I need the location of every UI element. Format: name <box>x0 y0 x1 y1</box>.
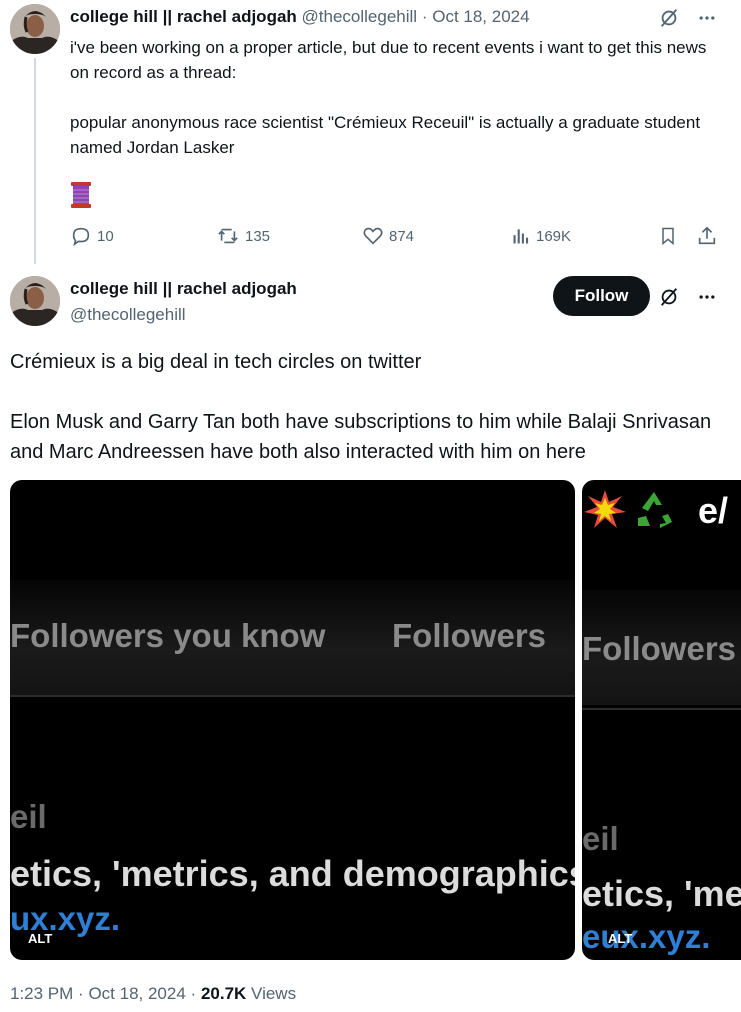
more-icon[interactable] <box>695 285 719 309</box>
repost-button[interactable]: 135 <box>216 223 270 249</box>
tweet-image[interactable]: Followers you know Followers eil etics, … <box>10 480 575 960</box>
tweet-image[interactable]: e/ Followers eil etics, 'me eux.xyz. ALT <box>582 480 741 960</box>
grok-icon[interactable] <box>657 285 681 309</box>
recycle-emoji <box>632 488 676 537</box>
collision-emoji <box>584 490 626 535</box>
separator: · <box>78 984 84 1003</box>
bookmark-icon <box>658 225 678 247</box>
share-icon <box>696 225 718 247</box>
author-handle[interactable]: @thecollegehill <box>302 7 418 26</box>
reply-button[interactable]: 10 <box>70 223 114 249</box>
alt-badge[interactable]: ALT <box>608 931 632 946</box>
views-button[interactable]: 169K <box>511 223 571 249</box>
tweet-top-actions <box>657 285 719 309</box>
image-text: ux.xyz. <box>10 900 121 937</box>
share-button[interactable] <box>696 223 718 249</box>
grok-icon[interactable] <box>657 6 681 30</box>
more-icon[interactable] <box>695 6 719 30</box>
image-text: eil <box>582 820 619 857</box>
tweet-action-bar: 10 135 874 169K <box>70 223 720 249</box>
tweet-text-paragraph: Elon Musk and Garry Tan both have subscr… <box>10 411 712 463</box>
views-count: 169K <box>536 227 572 245</box>
tweet-date[interactable]: Oct 18, 2024 <box>432 7 529 26</box>
spool-of-thread-emoji <box>70 180 92 210</box>
tweet-text: Crémieux is a big deal in tech circles o… <box>10 347 730 467</box>
separator: · <box>421 7 428 26</box>
repost-icon <box>216 225 240 247</box>
thread-connector <box>34 58 36 264</box>
reply-count: 10 <box>97 227 114 245</box>
tweet-text: i've been working on a proper article, b… <box>70 35 730 160</box>
tweet-date[interactable]: Oct 18, 2024 <box>88 984 185 1003</box>
views-label: Views <box>251 984 297 1003</box>
image-text: Followers you know <box>10 617 326 654</box>
like-icon <box>362 225 384 247</box>
image-text: e/ <box>698 490 729 531</box>
repost-count: 135 <box>245 227 271 245</box>
tweet-text-paragraph: i've been working on a proper article, b… <box>70 38 707 82</box>
tweet-text-paragraph: popular anonymous race scientist "Crémie… <box>70 113 701 157</box>
image-text: eil <box>10 798 47 835</box>
tweet-media: Followers you know Followers eil etics, … <box>10 480 741 960</box>
reply-icon <box>70 225 92 247</box>
avatar[interactable] <box>10 276 60 326</box>
separator: · <box>190 984 197 1003</box>
image-text: etics, 'metrics, and demographics. R <box>10 853 575 894</box>
tweet-time[interactable]: 1:23 PM <box>10 984 73 1003</box>
author-name[interactable]: college hill || rachel adjogah <box>70 7 297 26</box>
tweet-header: college hill || rachel adjogah @thecolle… <box>70 6 530 28</box>
follow-button[interactable]: Follow <box>553 276 650 316</box>
alt-badge[interactable]: ALT <box>28 931 52 946</box>
tweet-top-actions <box>657 6 719 30</box>
like-button[interactable]: 874 <box>362 223 414 249</box>
tweet-meta: 1:23 PM · Oct 18, 2024 · 20.7K Views <box>10 982 296 1006</box>
image-text: Followers <box>392 617 547 654</box>
avatar[interactable] <box>10 4 60 54</box>
view-count: 20.7K <box>200 984 247 1003</box>
views-icon <box>511 226 531 246</box>
author-handle[interactable]: @thecollegehill <box>70 304 186 326</box>
image-text: etics, 'me <box>582 873 741 914</box>
tweet-text-paragraph: Crémieux is a big deal in tech circles o… <box>10 351 422 373</box>
image-text: Followers <box>582 630 737 667</box>
bookmark-button[interactable] <box>658 223 678 249</box>
like-count: 874 <box>389 227 415 245</box>
image-text: eux.xyz. <box>582 918 711 955</box>
author-name[interactable]: college hill || rachel adjogah <box>70 278 297 300</box>
